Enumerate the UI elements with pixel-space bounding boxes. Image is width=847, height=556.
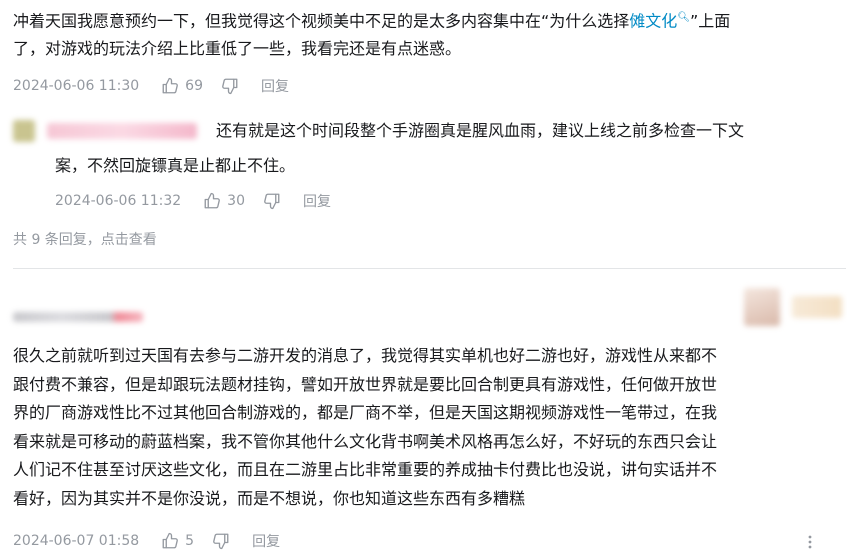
comment-2-line: 看来就是可移动的蔚蓝档案，我不管你其他什么文化背书啊美术风格再怎么好，不好玩的东… [13, 431, 718, 451]
reply-1-text-line-2: 案，不然回旋镖真是止都止不住。 [55, 156, 296, 175]
fan-badge-image [744, 288, 780, 326]
topic-link[interactable]: 傩文化 [629, 11, 677, 30]
comment-1-text-part: ”上面 [690, 11, 731, 31]
username-redacted[interactable] [13, 312, 143, 322]
user-badge-redacted [744, 288, 844, 326]
dislike-button[interactable] [221, 77, 239, 95]
comment-1-text: 冲着天国我愿意预约一下，但我觉得这个视频美中不足的是太多内容集中在“为什么选择傩… [13, 4, 843, 63]
comment-2-line: 人们记不住甚至讨厌这些文化，而且在二游里占比非常重要的养成抽卡付费比也没说，讲句… [13, 460, 718, 479]
comment-2-line: 很久之前就听到过天国有去参与二游开发的消息了，我觉得其实单机也好二游也好，游戏性… [13, 346, 718, 365]
thumbs-up-icon [162, 77, 179, 94]
like-button[interactable]: 5 [161, 532, 194, 550]
like-count: 69 [185, 78, 203, 94]
thumbs-up-icon [204, 192, 221, 209]
like-count: 30 [227, 193, 245, 209]
like-button[interactable]: 30 [203, 192, 245, 210]
comment-divider [13, 268, 846, 269]
comment-1-text-part: 冲着天国我愿意预约一下，但我觉得这个视频美中不足的是太多内容集中在“为什么选择 [13, 11, 630, 31]
dislike-button[interactable] [263, 192, 281, 210]
comment-2-line: 看好，因为其实并不是你没说，而是不想说，你也知道这些东西有多糟糕 [13, 488, 526, 508]
comment-date: 2024-06-06 11:30 [13, 78, 140, 94]
more-options-icon[interactable] [802, 534, 818, 550]
comment-2-text: 很久之前就听到过天国有去参与二游开发的消息了，我觉得其实单机也好二游也好，游戏性… [13, 342, 843, 513]
comment-1-meta: 2024-06-06 11:30 69 回复 [13, 74, 289, 98]
comment-2-line: 跟付费不兼容，但是却跟玩法题材挂钩，譬如开放世界就是要比回合制更具有游戏性，任何… [13, 374, 718, 394]
like-count: 5 [185, 533, 195, 549]
comment-2-line: 界的厂商游戏性比不过其他回合制游戏的，都是厂商不举，但是天国这期视频游戏性一笔带… [13, 403, 718, 422]
fan-badge-label [792, 296, 842, 318]
username-redacted[interactable] [47, 123, 197, 139]
avatar[interactable] [13, 120, 35, 142]
like-button[interactable]: 69 [161, 77, 203, 95]
search-icon[interactable]: 🔍︎ [677, 12, 690, 23]
dislike-button[interactable] [212, 532, 230, 550]
thumbs-up-icon [162, 532, 179, 549]
reply-button[interactable]: 回复 [261, 76, 289, 96]
vertical-dots-icon [808, 535, 812, 549]
reply-button[interactable]: 回复 [303, 191, 331, 211]
reply-1-meta: 2024-06-06 11:32 30 回复 [55, 189, 331, 213]
reply-date: 2024-06-06 11:32 [55, 193, 182, 209]
reply-1-text-line-1: 还有就是这个时间段整个手游圈真是腥风血雨，建议上线之前多检查一下文 [216, 121, 745, 140]
reply-button[interactable]: 回复 [252, 531, 280, 551]
comment-date: 2024-06-07 01:58 [13, 533, 140, 549]
thumbs-down-icon [213, 533, 229, 550]
thumbs-down-icon [222, 78, 238, 95]
view-more-replies-link[interactable]: 共 9 条回复，点击查看 [13, 229, 157, 249]
reply-1-user[interactable] [13, 120, 203, 142]
thumbs-down-icon [264, 193, 280, 210]
comment-2-meta: 2024-06-07 01:58 5 回复 [13, 529, 280, 553]
comment-1-text-line: 了，对游戏的玩法介绍上比重低了一些，我看完还是有点迷惑。 [13, 39, 462, 59]
